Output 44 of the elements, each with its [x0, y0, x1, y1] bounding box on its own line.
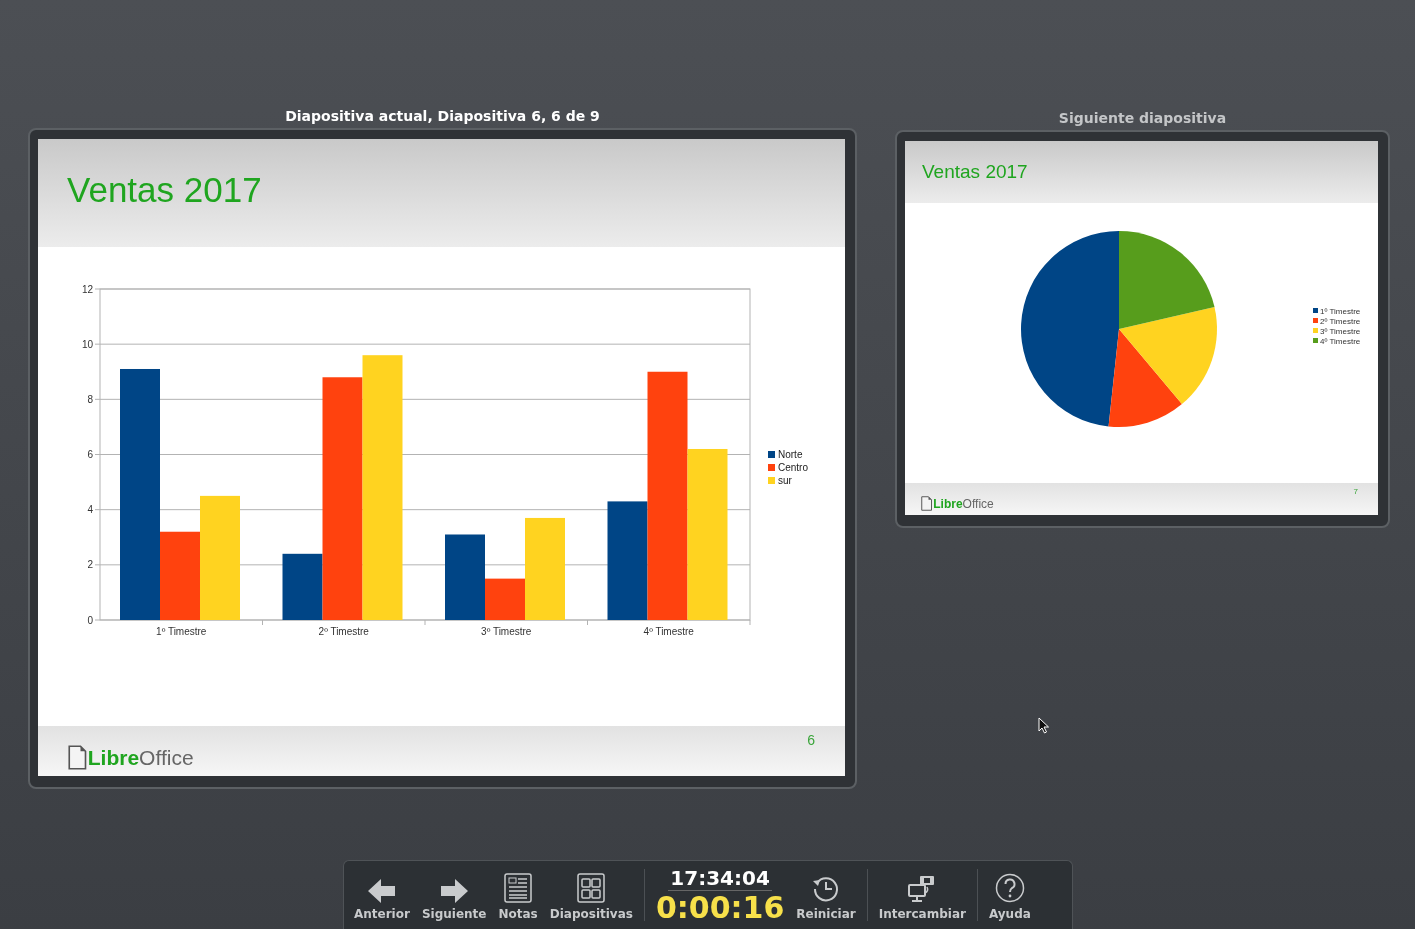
next-button[interactable]: Siguiente: [415, 861, 493, 929]
mouse-pointer-icon: [1038, 717, 1050, 734]
axis-label: 0: [87, 614, 93, 626]
grid-icon: [577, 873, 606, 903]
axis-label: 1º Timestre: [156, 626, 207, 637]
help-icon: [994, 873, 1025, 903]
axis-label: 2º Timestre: [318, 626, 369, 637]
axis-label: 3º Timestre: [481, 626, 532, 637]
clock-icon: [812, 875, 840, 903]
current-time: 17:34:04: [668, 865, 772, 891]
axis-label: 6: [87, 449, 93, 460]
logo-text: LibreOffice: [933, 497, 994, 511]
document-icon: [68, 745, 87, 770]
axis-label: 12: [81, 283, 93, 295]
notes-button[interactable]: Notas: [492, 861, 544, 929]
exchange-button[interactable]: Intercambiar: [872, 861, 972, 929]
slides-button[interactable]: Diapositivas: [543, 861, 639, 929]
legend-label: 2º Timestre: [1320, 317, 1361, 326]
panel-title: Siguiente diapositiva: [1058, 110, 1227, 126]
axis-label: 10: [81, 338, 93, 350]
notes-icon: [504, 873, 533, 903]
page-number: 7: [1353, 487, 1358, 496]
document-icon: [921, 496, 933, 511]
legend-label: 1º Timestre: [1320, 307, 1361, 316]
legend-label: 4º Timestre: [1320, 337, 1361, 346]
logo-text: LibreOffice: [87, 746, 194, 770]
legend-label: 3º Timestre: [1320, 327, 1361, 336]
arrow-left-icon: [367, 879, 396, 903]
slide-title: Ventas 2017: [922, 161, 1028, 183]
axis-label: 4: [87, 504, 93, 516]
help-button[interactable]: Ayuda: [982, 861, 1037, 929]
axis-label: 8: [87, 393, 93, 405]
legend-label: sur: [778, 475, 792, 486]
legend-label: Norte: [778, 449, 803, 460]
slide-title: Ventas 2017: [67, 170, 262, 210]
legend-label: Centro: [778, 462, 808, 473]
panel-title: Diapositiva actual, Diapositiva 6, 6 de 9: [285, 108, 600, 124]
page-number: 6: [807, 732, 815, 748]
arrow-right-icon: [440, 879, 469, 903]
restart-button[interactable]: Reiniciar: [790, 861, 862, 929]
elapsed-time: 0:00:16: [655, 890, 785, 925]
axis-label: 2: [87, 559, 93, 571]
axis-label: 4º Timestre: [643, 626, 694, 637]
previous-button[interactable]: Anterior: [348, 861, 416, 929]
